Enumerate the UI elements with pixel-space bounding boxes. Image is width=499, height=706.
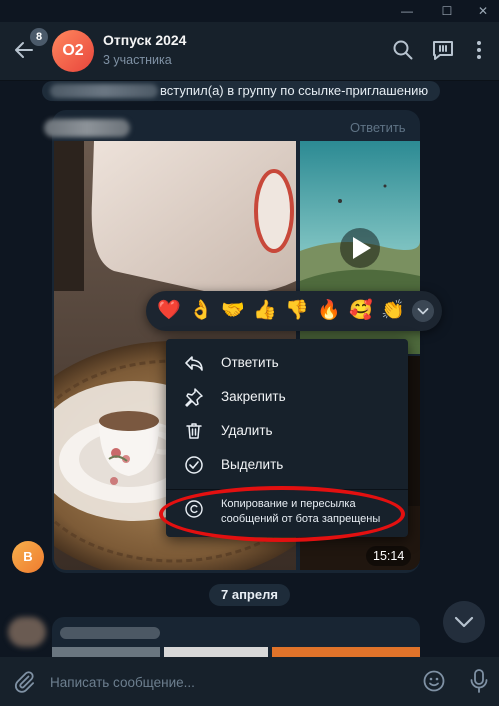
sender-avatar[interactable]: B [12,541,44,573]
menu-item-label: Закрепить [221,389,286,404]
scroll-down-button[interactable] [443,601,485,643]
maximize-button[interactable]: ☐ [432,2,462,20]
service-message-text: вступил(а) в группу по ссылке-приглашени… [160,83,429,98]
blurred-sender-name [44,119,130,137]
check-circle-icon [185,456,203,474]
minimize-button[interactable]: — [392,2,422,20]
play-icon[interactable] [340,228,380,268]
reaction-fire[interactable]: 🔥 [316,298,342,324]
expand-reactions-button[interactable] [412,300,434,322]
reply-icon [185,356,203,371]
chat-avatar[interactable]: O2 [52,30,94,72]
blurred-username [50,84,158,98]
attach-icon[interactable] [12,669,36,693]
next-message-bubble[interactable] [52,617,420,657]
next-message-media [52,627,420,657]
search-icon[interactable] [391,38,415,62]
menu-item-select[interactable]: Выделить [166,448,408,482]
chat-member-count: 3 участника [103,53,172,67]
trash-icon [186,423,202,439]
chat-header: 8 O2 Отпуск 2024 3 участника [0,22,499,81]
unread-badge: 8 [30,28,48,46]
service-message: вступил(а) в группу по ссылке-приглашени… [42,81,441,101]
message-input[interactable] [50,671,410,693]
message-time: 15:14 [366,546,412,566]
window-titlebar: — ☐ ✕ [0,0,499,22]
reactions-bar: ❤️ 👌 🤝 👍 👎 🔥 🥰 👏 [146,291,442,331]
reaction-smiling-hearts[interactable]: 🥰 [348,298,374,324]
message-composer [0,657,499,706]
chat-title[interactable]: Отпуск 2024 [103,32,186,48]
red-highlight-ring [159,486,405,542]
more-options-icon[interactable] [467,38,491,62]
pin-icon [185,388,203,407]
reaction-ok-hand[interactable]: 👌 [188,298,214,324]
reaction-handshake[interactable]: 🤝 [220,298,246,324]
menu-item-label: Ответить [221,355,279,370]
reaction-thumbs-up[interactable]: 👍 [252,298,278,324]
menu-item-pin[interactable]: Закрепить [166,380,408,414]
date-separator: 7 апреля [209,584,290,606]
bot-commands-icon[interactable] [431,38,455,62]
reaction-clap[interactable]: 👏 [380,298,406,324]
menu-item-label: Выделить [221,457,284,472]
emoji-icon[interactable] [422,669,446,693]
menu-item-reply[interactable]: Ответить [166,346,408,380]
reaction-heart[interactable]: ❤️ [156,298,182,324]
menu-item-delete[interactable]: Удалить [166,414,408,448]
menu-item-label: Удалить [221,423,273,438]
reaction-thumbs-down[interactable]: 👎 [284,298,310,324]
microphone-icon[interactable] [467,668,491,694]
close-window-button[interactable]: ✕ [468,2,498,20]
reply-link[interactable]: Ответить [350,120,406,135]
blurred-avatar [8,617,46,647]
